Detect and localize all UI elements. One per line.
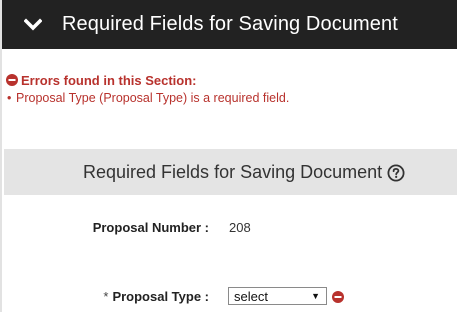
error-minus-icon <box>332 290 344 303</box>
proposal-type-label: Proposal Type : <box>112 288 209 304</box>
dropdown-arrow-icon: ▼ <box>311 291 320 301</box>
section-toggle-header[interactable]: Required Fields for Saving Document <box>2 0 457 49</box>
help-circle-icon[interactable] <box>387 164 405 182</box>
proposal-type-row: * Proposal Type : select ▼ <box>2 286 344 306</box>
section-header: Required Fields for Saving Document <box>4 149 457 195</box>
proposal-type-selected: select <box>234 288 268 304</box>
proposal-number-value: 208 <box>229 219 251 235</box>
error-minus-icon <box>6 74 18 86</box>
error-item: Proposal Type (Proposal Type) is a requi… <box>6 90 446 106</box>
section-title: Required Fields for Saving Document <box>83 161 383 182</box>
header-title: Required Fields for Saving Document <box>62 13 398 35</box>
error-summary: Errors found in this Section: Proposal T… <box>6 72 446 106</box>
errors-heading-text: Errors found in this Section: <box>21 72 197 88</box>
proposal-number-row: Proposal Number : 208 <box>2 218 251 236</box>
proposal-type-label-wrap: * Proposal Type : <box>2 289 209 304</box>
required-marker: * <box>103 288 109 304</box>
proposal-number-label: Proposal Number : <box>92 219 209 235</box>
errors-heading: Errors found in this Section: <box>6 72 446 88</box>
errors-list: Proposal Type (Proposal Type) is a requi… <box>6 90 446 106</box>
document-panel: Required Fields for Saving Document Erro… <box>0 0 457 312</box>
chevron-down-icon <box>22 14 44 36</box>
proposal-type-select[interactable]: select ▼ <box>228 287 327 305</box>
